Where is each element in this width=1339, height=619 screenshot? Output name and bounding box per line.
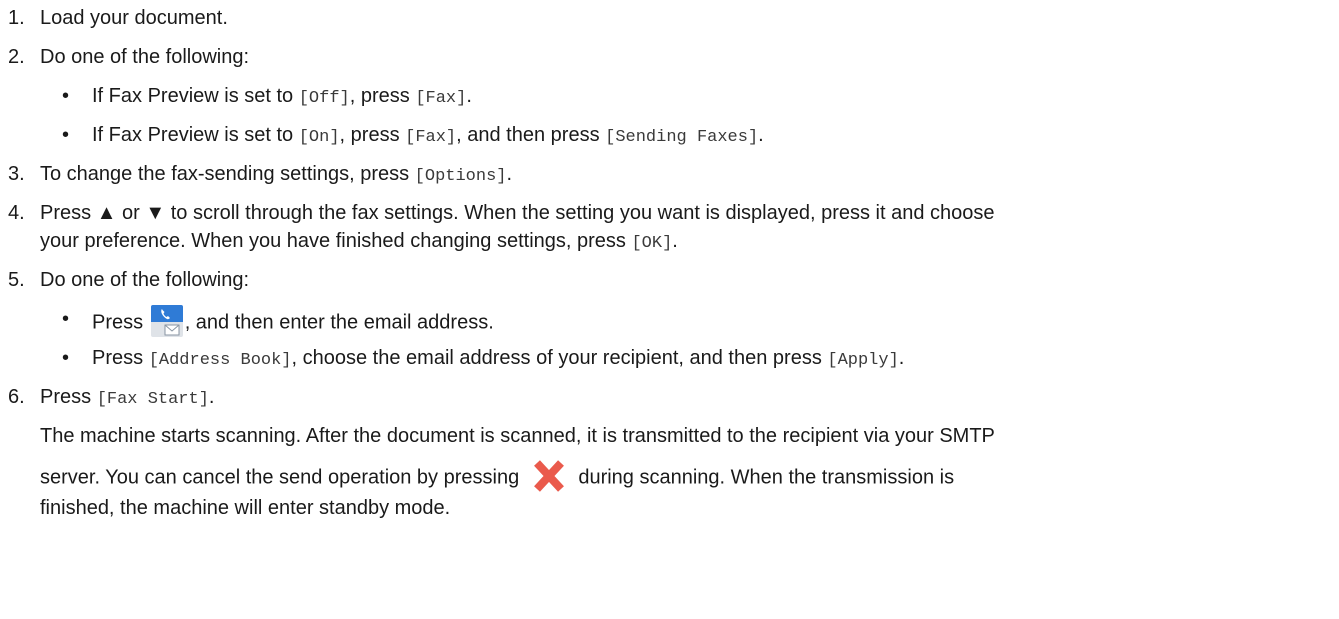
address-book-button-label: [Address Book] [148,351,292,370]
step-number: 1. [8,7,25,29]
text-run: during scanning. When the transmission i… [572,466,955,489]
text-run: , and then press [456,124,606,146]
fax-email-icon [150,305,183,337]
step-number: 4. [8,202,25,224]
text-run: . [898,347,905,369]
option-text: Press , and then enter the email address… [92,305,494,339]
bullet: • [62,347,70,369]
off-setting-label: [Off] [298,89,350,108]
step-number: 6. [8,386,25,408]
text-run: If Fax Preview is set to [92,85,299,107]
step-text: Do one of the following: [40,269,250,291]
text-run: , press [339,124,406,146]
text-run: . [506,163,513,185]
step-number: 3. [8,163,25,185]
text-run: . [466,85,472,107]
text-run: Press [40,386,97,408]
step-number: 5. [8,269,25,291]
fax-start-button-label: [Fax Start] [96,390,209,409]
bullet: • [62,124,70,146]
step-text: Do one of the following: [40,46,250,68]
sending-faxes-button-label: [Sending Faxes] [605,128,759,147]
option-text: If Fax Preview is set to [On], press [Fa… [92,123,764,150]
result-text: server. You can cancel the send operatio… [40,459,955,495]
text-run: To change the fax-sending settings, pres… [40,163,415,185]
step-text: Press ▲ or ▼ to scroll through the fax s… [40,202,995,224]
result-text: The machine starts scanning. After the d… [40,425,995,447]
text-run: , and then enter the email address. [184,311,494,334]
text-run: your preference. When you have finished … [40,230,632,252]
option-text: If Fax Preview is set to [Off], press [F… [92,84,472,111]
ok-button-label: [OK] [631,234,673,253]
result-text: finished, the machine will enter standby… [40,497,451,519]
fax-button-label: [Fax] [405,128,457,147]
text-run: Press [92,347,149,369]
text-run: . [758,124,764,146]
stop-icon [531,459,567,493]
options-button-label: [Options] [414,167,507,186]
step-text: your preference. When you have finished … [40,229,678,256]
text-run: Press [92,311,149,334]
text-run: , press [349,85,416,107]
bullet: • [62,85,70,107]
apply-button-label: [Apply] [827,351,899,370]
step-text: Press [Fax Start]. [40,385,214,412]
text-run: . [208,386,215,408]
text-run: . [672,230,678,252]
step-text: To change the fax-sending settings, pres… [40,162,512,189]
option-text: Press [Address Book], choose the email a… [92,346,904,373]
step-text: Load your document. [40,7,228,29]
text-run: server. You can cancel the send operatio… [40,466,525,489]
text-run: , choose the email address of your recip… [291,347,828,369]
bullet: • [62,308,70,330]
text-run: If Fax Preview is set to [92,124,299,146]
fax-button-label: [Fax] [415,89,467,108]
on-setting-label: [On] [298,128,340,147]
step-number: 2. [8,46,25,68]
